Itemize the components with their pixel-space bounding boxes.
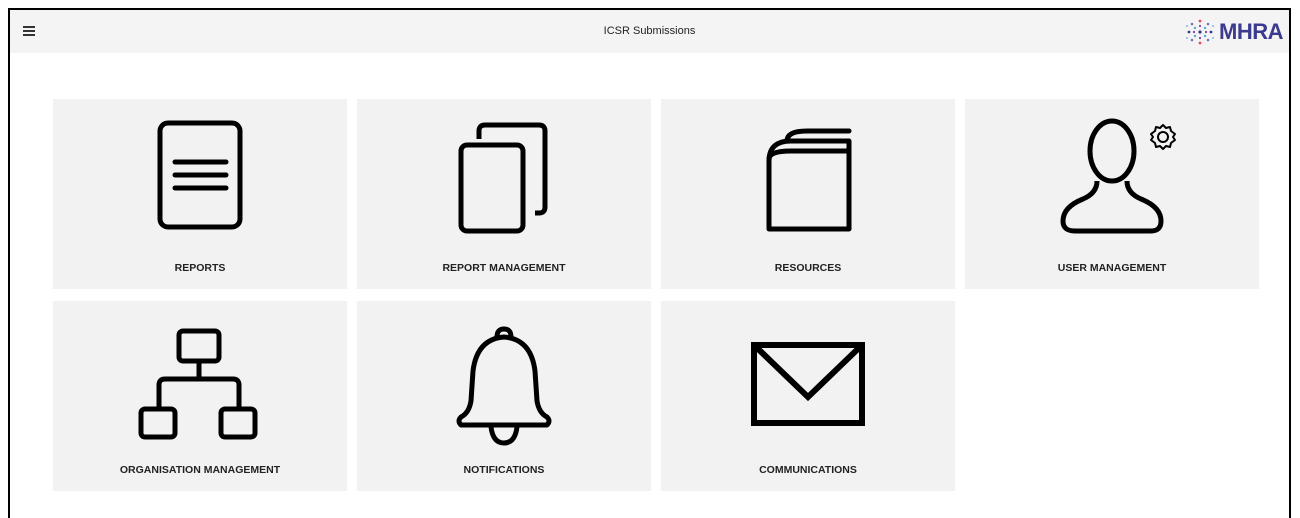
tile-report-management[interactable]: REPORT MANAGEMENT <box>357 99 651 289</box>
user-settings-icon <box>1060 118 1176 234</box>
tile-organisation-management[interactable]: ORGANISATION MANAGEMENT <box>53 301 347 491</box>
tile-user-management[interactable]: USER MANAGEMENT <box>965 99 1259 289</box>
tile-reports[interactable]: REPORTS <box>53 99 347 289</box>
tile-resources[interactable]: RESOURCES <box>661 99 955 289</box>
envelope-icon <box>751 342 865 426</box>
logo-text: MHRA <box>1219 19 1284 44</box>
top-bar: ICSR Submissions MHRA <box>10 10 1289 53</box>
tile-communications[interactable]: COMMUNICATIONS <box>661 301 955 491</box>
tile-label: RESOURCES <box>774 262 842 274</box>
hamburger-menu-icon[interactable] <box>20 21 40 41</box>
tile-label: USER MANAGEMENT <box>1057 262 1167 274</box>
mhra-logo: MHRA <box>1183 15 1284 49</box>
bell-icon <box>456 326 552 446</box>
document-icon <box>157 120 243 230</box>
tile-notifications[interactable]: NOTIFICATIONS <box>357 301 651 491</box>
tile-label: REPORTS <box>174 262 226 274</box>
tile-label: NOTIFICATIONS <box>463 464 545 476</box>
tile-label: COMMUNICATIONS <box>759 464 857 476</box>
copy-documents-icon <box>458 122 548 234</box>
crest-dots-icon <box>1186 19 1214 45</box>
book-icon <box>766 128 852 232</box>
app-window: ICSR Submissions MHRA REPORTS REPORT MAN… <box>8 8 1291 518</box>
org-chart-icon <box>138 328 258 440</box>
page-title: ICSR Submissions <box>603 25 696 37</box>
tile-label: REPORT MANAGEMENT <box>442 262 566 274</box>
tile-label: ORGANISATION MANAGEMENT <box>119 464 281 476</box>
